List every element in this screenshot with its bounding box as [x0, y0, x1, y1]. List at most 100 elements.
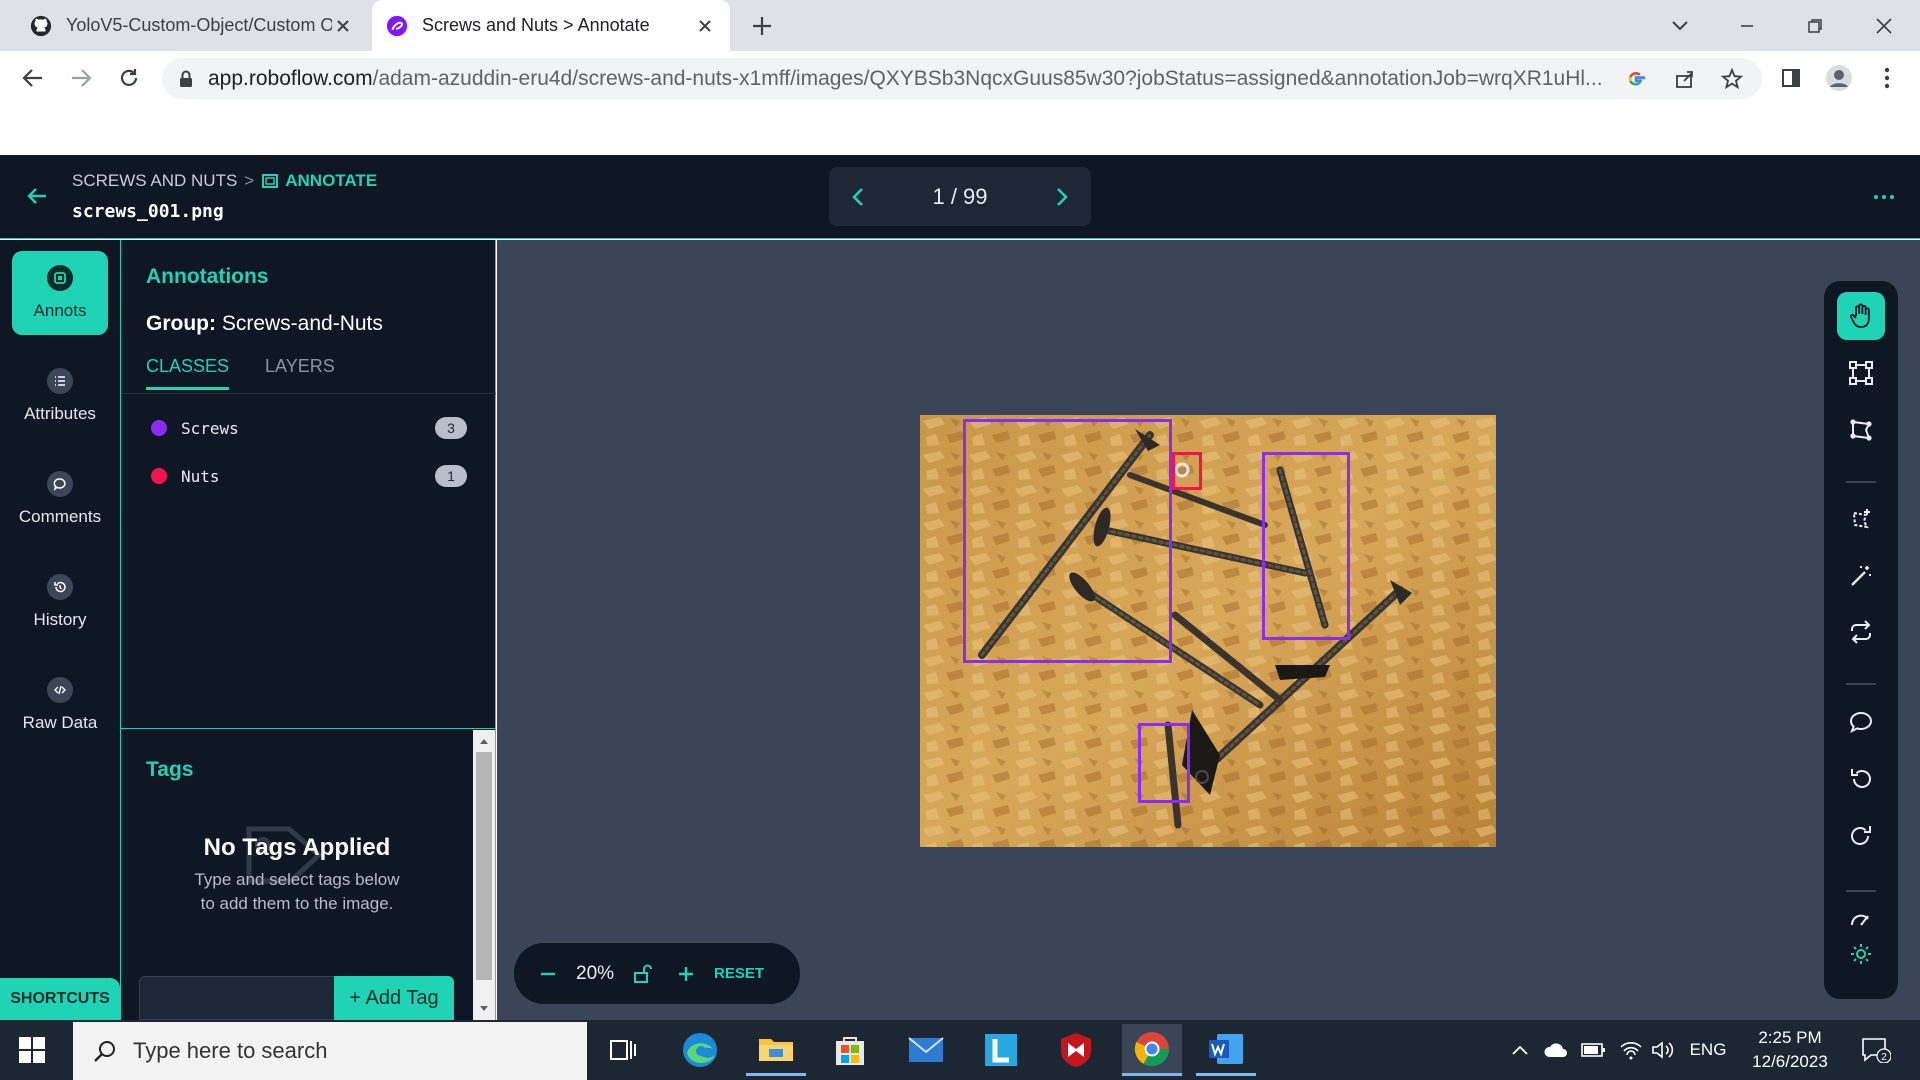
edge-browser-icon[interactable] — [670, 1024, 730, 1076]
tab-classes[interactable]: CLASSES — [146, 356, 230, 390]
tool-divider — [1846, 481, 1876, 483]
close-window-icon[interactable] — [1866, 8, 1902, 44]
url-text: app.roboflow.com/adam-azuddin-eru4d/scre… — [208, 67, 1638, 91]
repeat-icon[interactable] — [1837, 608, 1885, 656]
redo-icon[interactable] — [1837, 812, 1885, 860]
language-indicator[interactable]: ENG — [1686, 1036, 1730, 1064]
profile-avatar-icon[interactable] — [1824, 63, 1854, 93]
onedrive-icon[interactable] — [1542, 1036, 1570, 1064]
scroll-thumb[interactable] — [476, 752, 492, 980]
more-options-icon[interactable] — [1872, 191, 1896, 203]
class-color-dot — [151, 420, 167, 436]
browser-tab-github[interactable]: YoloV5-Custom-Object/Custom O — [16, 0, 368, 51]
new-tab-icon[interactable] — [748, 12, 776, 40]
show-hidden-icons-icon[interactable] — [1508, 1036, 1532, 1064]
previous-image-icon[interactable] — [851, 187, 865, 207]
close-tab-icon[interactable] — [694, 15, 716, 37]
annotated-image[interactable] — [920, 415, 1496, 847]
notifications-icon[interactable]: 2 — [1856, 1036, 1896, 1064]
class-name: Nuts — [181, 466, 220, 486]
browser-tab-roboflow[interactable]: Screws and Nuts > Annotate — [372, 0, 730, 51]
mcafee-icon[interactable] — [1046, 1024, 1106, 1076]
tab-layers[interactable]: LAYERS — [265, 356, 335, 390]
class-row-screws[interactable]: Screws 3 — [151, 413, 467, 443]
back-arrow-icon[interactable] — [24, 183, 50, 209]
lockdown-browser-icon[interactable] — [971, 1024, 1031, 1076]
comment-icon[interactable] — [1837, 698, 1885, 746]
reload-icon[interactable] — [112, 61, 146, 95]
scroll-down-icon[interactable] — [479, 1005, 489, 1013]
battery-icon[interactable] — [1580, 1036, 1608, 1064]
group-label: Group: — [146, 312, 216, 335]
breadcrumb-current: ANNOTATE — [261, 171, 377, 191]
google-icon[interactable] — [1623, 66, 1649, 92]
microsoft-store-icon[interactable] — [820, 1024, 880, 1076]
tabs-divider — [121, 393, 496, 394]
smart-polygon-icon[interactable] — [1837, 496, 1885, 544]
next-image-icon[interactable] — [1055, 187, 1069, 207]
no-tags-help: Type and select tags below to add them t… — [121, 868, 473, 916]
image-counter: 1 / 99 — [932, 183, 988, 209]
tool-divider — [1846, 890, 1876, 892]
task-view-icon[interactable] — [593, 1024, 653, 1076]
tab-title: YoloV5-Custom-Object/Custom O — [66, 15, 332, 35]
add-tag-button[interactable]: + Add Tag — [334, 976, 454, 1020]
breadcrumb-project[interactable]: SCREWS AND NUTS — [72, 171, 237, 191]
tag-input[interactable] — [139, 976, 335, 1020]
rail-item-comments[interactable]: Comments — [12, 457, 108, 541]
rail-item-attributes[interactable]: Attributes — [12, 354, 108, 438]
class-color-dot — [151, 468, 167, 484]
class-count-badge: 3 — [435, 417, 467, 439]
browser-menu-icon[interactable] — [1872, 63, 1902, 93]
undo-icon[interactable] — [1837, 755, 1885, 803]
chrome-icon[interactable] — [1122, 1024, 1182, 1076]
rail-item-raw-data[interactable]: Raw Data — [12, 663, 108, 747]
rail-item-label: Raw Data — [22, 713, 98, 732]
taskbar-search-input[interactable]: Type here to search — [73, 1022, 587, 1080]
bookmark-star-icon[interactable] — [1719, 66, 1745, 92]
polygon-icon[interactable] — [1837, 406, 1885, 454]
bounding-box-screw[interactable] — [1138, 723, 1190, 803]
share-icon[interactable] — [1672, 66, 1698, 92]
zoom-in-icon[interactable] — [674, 962, 698, 986]
wifi-icon[interactable] — [1618, 1036, 1644, 1064]
breadcrumb-separator: > — [244, 171, 255, 190]
rail-item-annots[interactable]: Annots — [12, 251, 108, 335]
class-row-nuts[interactable]: Nuts 1 — [151, 461, 467, 491]
bounding-box-icon[interactable] — [1837, 349, 1885, 397]
settings-icon[interactable] — [1837, 937, 1885, 971]
minimize-icon[interactable] — [1729, 8, 1765, 44]
back-icon[interactable] — [16, 61, 50, 95]
magic-wand-icon[interactable] — [1837, 552, 1885, 600]
tags-scrollbar[interactable] — [473, 730, 495, 1020]
lock-zoom-icon[interactable] — [630, 962, 654, 986]
group-value: Screws-and-Nuts — [221, 312, 383, 335]
annotation-canvas[interactable]: 20% RESET — [497, 240, 1920, 1020]
address-bar[interactable]: app.roboflow.com/adam-azuddin-eru4d/scre… — [162, 58, 1762, 99]
restore-icon[interactable] — [1797, 8, 1833, 44]
close-tab-icon[interactable] — [332, 15, 354, 37]
zoom-out-icon[interactable] — [536, 962, 560, 986]
reset-zoom-button[interactable]: RESET — [714, 965, 764, 982]
rail-item-label: Attributes — [24, 404, 96, 423]
mail-icon[interactable] — [896, 1024, 956, 1076]
file-explorer-icon[interactable] — [746, 1024, 806, 1076]
app-header: SCREWS AND NUTS > ANNOTATE screws_001.pn… — [0, 155, 1920, 239]
rail-item-history[interactable]: History — [12, 560, 108, 644]
windows-start-icon[interactable] — [18, 1036, 46, 1064]
speed-icon[interactable] — [1837, 904, 1885, 934]
volume-icon[interactable] — [1650, 1036, 1676, 1064]
shortcuts-button[interactable]: SHORTCUTS — [0, 978, 120, 1020]
forward-icon[interactable] — [64, 61, 98, 95]
hand-tool-icon[interactable] — [1837, 292, 1885, 340]
bounding-box-nut[interactable] — [1172, 452, 1202, 490]
scroll-up-icon[interactable] — [479, 737, 489, 745]
bounding-box-screw[interactable] — [1262, 452, 1350, 640]
side-panel-icon[interactable] — [1776, 63, 1806, 93]
word-icon[interactable] — [1196, 1024, 1256, 1076]
system-clock[interactable]: 2:25 PM 12/6/2023 — [1740, 1026, 1840, 1074]
no-tags-help-line: Type and select tags below — [194, 870, 400, 889]
bounding-box-screw[interactable] — [963, 419, 1172, 663]
class-count-badge: 1 — [435, 465, 467, 487]
tab-search-chevron-icon[interactable] — [1662, 8, 1698, 44]
